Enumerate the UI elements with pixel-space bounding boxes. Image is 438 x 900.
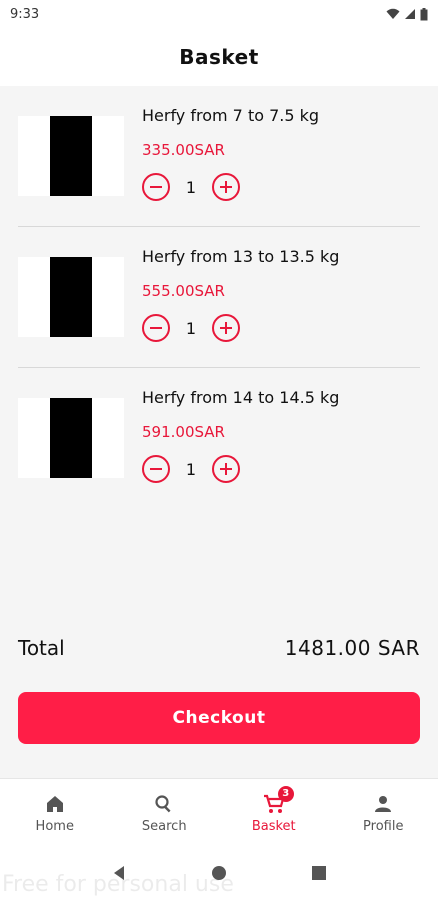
item-price: 591.00SAR [142, 423, 225, 441]
total-row: Total 1481.00 SAR [18, 636, 420, 660]
item-name: Herfy from 14 to 14.5 kg [142, 388, 340, 407]
increase-quantity-button[interactable] [212, 314, 240, 342]
bottom-nav: Home Search 3 Basket Profile [0, 778, 438, 846]
quantity-stepper: 1 [142, 314, 240, 342]
quantity-value: 1 [185, 459, 197, 479]
nav-label-profile: Profile [363, 818, 404, 834]
plus-icon [220, 322, 232, 334]
status-bar: 9:33 [0, 0, 438, 28]
quantity-stepper: 1 [142, 173, 240, 201]
decrease-quantity-button[interactable] [142, 314, 170, 342]
decrease-quantity-button[interactable] [142, 455, 170, 483]
watermark: Free for personal use [2, 872, 234, 897]
increase-quantity-button[interactable] [212, 455, 240, 483]
minus-icon [150, 468, 162, 470]
recents-icon[interactable] [311, 866, 326, 880]
basket-item: Herfy from 7 to 7.5 kg 335.00SAR 1 [18, 86, 420, 227]
nav-label-home: Home [35, 818, 74, 834]
item-price: 335.00SAR [142, 141, 225, 159]
product-image[interactable] [18, 398, 124, 478]
minus-icon [150, 186, 162, 188]
quantity-value: 1 [185, 318, 197, 338]
basket-item: Herfy from 14 to 14.5 kg 591.00SAR 1 [18, 368, 420, 509]
plus-icon [220, 463, 232, 475]
status-time: 9:33 [10, 6, 40, 22]
signal-icon [405, 9, 415, 19]
nav-item-home[interactable]: Home [0, 779, 110, 846]
home-icon [43, 792, 67, 816]
nav-item-basket[interactable]: 3 Basket [219, 779, 329, 846]
basket-list: Herfy from 7 to 7.5 kg 335.00SAR 1 Herfy… [0, 86, 438, 509]
product-image[interactable] [18, 257, 124, 337]
person-icon [371, 792, 395, 816]
nav-item-profile[interactable]: Profile [329, 779, 438, 846]
quantity-stepper: 1 [142, 455, 240, 483]
minus-icon [150, 327, 162, 329]
checkout-button[interactable]: Checkout [18, 692, 420, 744]
page-title: Basket [179, 45, 259, 69]
decrease-quantity-button[interactable] [142, 173, 170, 201]
product-image[interactable] [18, 116, 124, 196]
app-header: Basket [0, 28, 438, 86]
status-icons [386, 7, 428, 21]
nav-label-search: Search [141, 818, 187, 834]
search-icon [152, 792, 176, 816]
item-price: 555.00SAR [142, 282, 225, 300]
item-name: Herfy from 7 to 7.5 kg [142, 106, 320, 125]
item-name: Herfy from 13 to 13.5 kg [142, 247, 340, 266]
basket-count-badge: 3 [277, 785, 294, 802]
cart-icon: 3 [262, 785, 294, 816]
total-value: 1481.00 SAR [284, 636, 420, 660]
nav-item-search[interactable]: Search [110, 779, 220, 846]
increase-quantity-button[interactable] [212, 173, 240, 201]
plus-icon [220, 181, 232, 193]
nav-label-basket: Basket [251, 818, 296, 834]
total-label: Total [18, 636, 65, 660]
wifi-icon [386, 8, 400, 19]
quantity-value: 1 [185, 177, 197, 197]
battery-icon [420, 7, 428, 20]
basket-item: Herfy from 13 to 13.5 kg 555.00SAR 1 [18, 227, 420, 368]
